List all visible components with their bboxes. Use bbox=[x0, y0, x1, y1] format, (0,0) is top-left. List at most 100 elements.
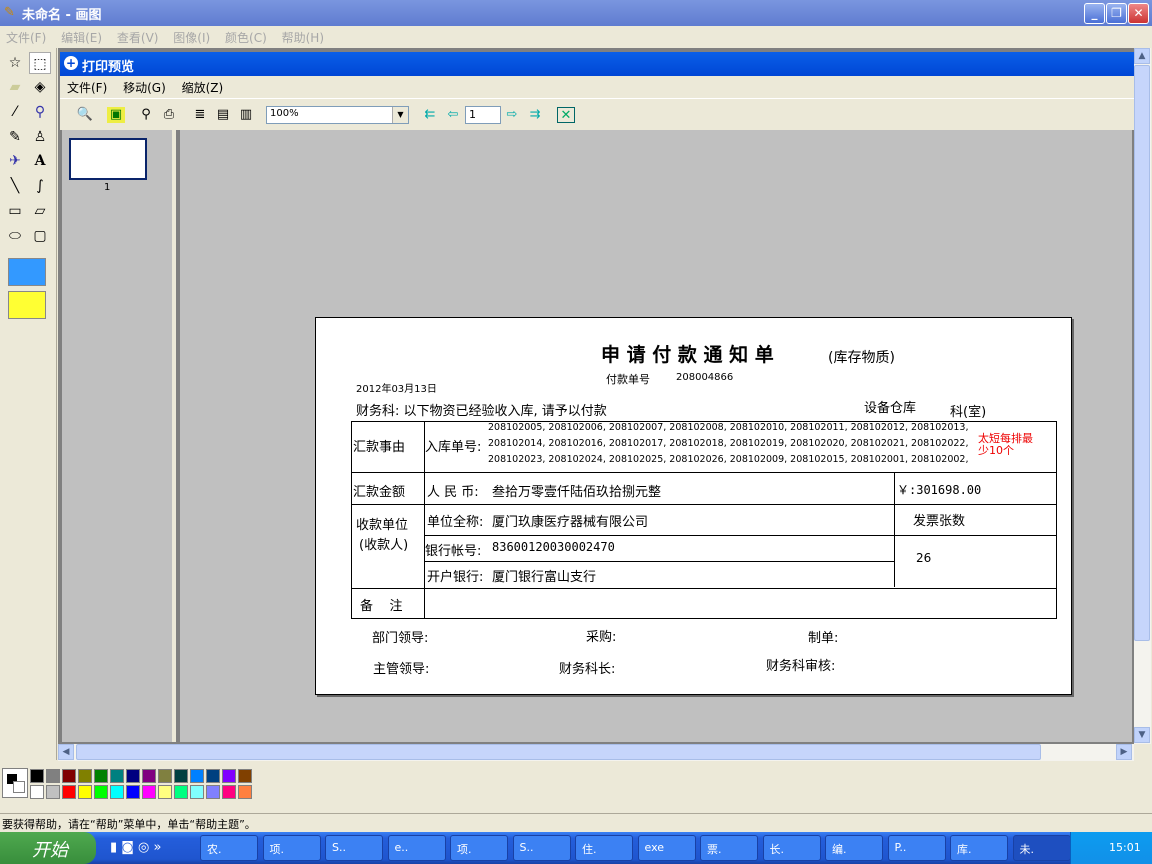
horizontal-scroll-thumb[interactable] bbox=[76, 744, 1041, 760]
scroll-down-icon[interactable]: ▼ bbox=[1134, 727, 1150, 743]
pp-menu-zoom[interactable]: 缩放(Z) bbox=[182, 81, 224, 95]
color-swatch[interactable] bbox=[238, 785, 252, 799]
chevron-down-icon[interactable]: ▼ bbox=[392, 107, 408, 123]
color-swatch[interactable] bbox=[142, 769, 156, 783]
polygon-icon[interactable]: ▱ bbox=[29, 200, 51, 222]
menu-colors[interactable]: 颜色(C) bbox=[225, 29, 267, 46]
color-swatch[interactable] bbox=[30, 785, 44, 799]
opaque-option-icon[interactable] bbox=[8, 291, 46, 319]
menu-file[interactable]: 文件(F) bbox=[6, 29, 46, 46]
taskbar-item[interactable]: 农. bbox=[200, 835, 258, 861]
vertical-scrollbar[interactable]: ▲ ▼ bbox=[1134, 48, 1151, 744]
color-swatch[interactable] bbox=[30, 769, 44, 783]
horizontal-scrollbar[interactable]: ◀ ▶ bbox=[58, 744, 1134, 761]
menu-view[interactable]: 查看(V) bbox=[117, 29, 159, 46]
color-swatch[interactable] bbox=[142, 785, 156, 799]
color-swatch[interactable] bbox=[206, 769, 220, 783]
close-button[interactable]: ✕ bbox=[1128, 3, 1149, 24]
close-preview-icon[interactable]: ✕ bbox=[557, 107, 575, 123]
color-swatch[interactable] bbox=[94, 785, 108, 799]
prev-page-icon[interactable]: ⇦ bbox=[444, 107, 462, 123]
color-swatch[interactable] bbox=[174, 785, 188, 799]
fill-icon[interactable]: ◈ bbox=[29, 76, 51, 98]
taskbar-item[interactable]: S.. bbox=[325, 835, 383, 861]
color-swatch[interactable] bbox=[206, 785, 220, 799]
zoom-icon[interactable]: 🔍 bbox=[76, 107, 94, 123]
pp-menu-file[interactable]: 文件(F) bbox=[67, 81, 107, 95]
color-swatch[interactable] bbox=[158, 769, 172, 783]
color-swatch[interactable] bbox=[94, 769, 108, 783]
taskbar-item[interactable]: 项. bbox=[262, 835, 321, 861]
last-page-icon[interactable]: ⇉ bbox=[526, 107, 544, 123]
maximize-button[interactable]: ❐ bbox=[1106, 3, 1127, 24]
color-swatch[interactable] bbox=[222, 769, 236, 783]
zoom-select[interactable]: 100% ▼ bbox=[266, 106, 409, 124]
transparent-option-icon[interactable] bbox=[8, 258, 46, 286]
taskbar-item[interactable]: exe bbox=[637, 835, 696, 861]
ellipse-icon[interactable]: ⬭ bbox=[4, 225, 26, 247]
page-thumbnail[interactable] bbox=[69, 138, 147, 180]
find-icon[interactable]: ⚲ bbox=[137, 107, 155, 123]
scroll-left-icon[interactable]: ◀ bbox=[58, 744, 74, 760]
taskbar-item[interactable]: 项. bbox=[450, 835, 508, 861]
next-page-icon[interactable]: ⇨ bbox=[503, 107, 521, 123]
taskbar-item[interactable]: 票. bbox=[700, 835, 758, 861]
taskbar-item[interactable]: 库. bbox=[950, 835, 1008, 861]
print-icon[interactable]: ⎙ bbox=[160, 107, 178, 123]
text-icon[interactable]: A bbox=[29, 150, 51, 172]
save-icon[interactable]: ▣ bbox=[107, 107, 125, 123]
status-bar: 要获得帮助，请在“帮助”菜单中，单击“帮助主题”。 bbox=[0, 813, 1152, 832]
vertical-scroll-thumb[interactable] bbox=[1134, 65, 1150, 641]
rounded-rect-icon[interactable]: ▢ bbox=[29, 225, 51, 247]
color-swatch[interactable] bbox=[190, 769, 204, 783]
airbrush-icon[interactable]: ✈ bbox=[4, 150, 26, 172]
free-select-icon[interactable]: ☆ bbox=[4, 52, 26, 74]
eraser-icon[interactable]: ▰ bbox=[4, 76, 26, 98]
color-swatch[interactable] bbox=[46, 785, 60, 799]
color-swatch[interactable] bbox=[78, 769, 92, 783]
menu-image[interactable]: 图像(I) bbox=[173, 29, 210, 46]
pencil-icon[interactable]: ✎ bbox=[4, 126, 26, 148]
color-swatch[interactable] bbox=[126, 769, 140, 783]
pp-menu-move[interactable]: 移动(G) bbox=[123, 81, 166, 95]
color-swatch[interactable] bbox=[190, 785, 204, 799]
color-swatch[interactable] bbox=[158, 785, 172, 799]
color-swatch[interactable] bbox=[62, 769, 76, 783]
page-number-input[interactable]: 1 bbox=[465, 106, 501, 124]
curve-icon[interactable]: ∫ bbox=[29, 175, 51, 197]
taskbar-item[interactable]: 未. bbox=[1012, 835, 1071, 861]
taskbar-item[interactable]: e.. bbox=[387, 835, 446, 861]
minimize-button[interactable]: _ bbox=[1084, 3, 1105, 24]
first-page-icon[interactable]: ⇇ bbox=[421, 107, 439, 123]
page-width-icon[interactable]: ▤ bbox=[214, 107, 232, 123]
color-swatch[interactable] bbox=[174, 769, 188, 783]
color-picker-icon[interactable]: ⁄ bbox=[4, 101, 26, 123]
color-swatch[interactable] bbox=[110, 769, 124, 783]
brush-icon[interactable]: ♙ bbox=[29, 126, 51, 148]
taskbar-item[interactable]: 住. bbox=[575, 835, 633, 861]
taskbar-item[interactable]: 编. bbox=[825, 835, 883, 861]
scroll-right-icon[interactable]: ▶ bbox=[1116, 744, 1132, 760]
quick-launch-icons[interactable]: ▮ ◙ ◎ » bbox=[110, 840, 161, 855]
page-layout-icon[interactable]: ≣ bbox=[191, 107, 209, 123]
color-swatch[interactable] bbox=[222, 785, 236, 799]
scroll-up-icon[interactable]: ▲ bbox=[1134, 48, 1150, 64]
color-swatch[interactable] bbox=[62, 785, 76, 799]
taskbar-item[interactable]: P.. bbox=[887, 835, 946, 861]
taskbar-item[interactable]: S.. bbox=[512, 835, 571, 861]
print-preview-menu: 文件(F) 移动(G) 缩放(Z) bbox=[60, 76, 1134, 98]
magnifier-icon[interactable]: ⚲ bbox=[29, 101, 51, 123]
color-swatch[interactable] bbox=[238, 769, 252, 783]
color-swatch[interactable] bbox=[110, 785, 124, 799]
menu-edit[interactable]: 编辑(E) bbox=[61, 29, 102, 46]
menu-help[interactable]: 帮助(H) bbox=[282, 29, 324, 46]
taskbar-item[interactable]: 长. bbox=[762, 835, 821, 861]
color-swatch[interactable] bbox=[126, 785, 140, 799]
rectangle-icon[interactable]: ▭ bbox=[4, 200, 26, 222]
rect-select-icon[interactable]: ⬚ bbox=[29, 52, 51, 74]
line-icon[interactable]: ╲ bbox=[4, 175, 26, 197]
color-swatch[interactable] bbox=[78, 785, 92, 799]
start-button[interactable]: 开始 bbox=[0, 832, 96, 864]
whole-page-icon[interactable]: ▥ bbox=[237, 107, 255, 123]
color-swatch[interactable] bbox=[46, 769, 60, 783]
